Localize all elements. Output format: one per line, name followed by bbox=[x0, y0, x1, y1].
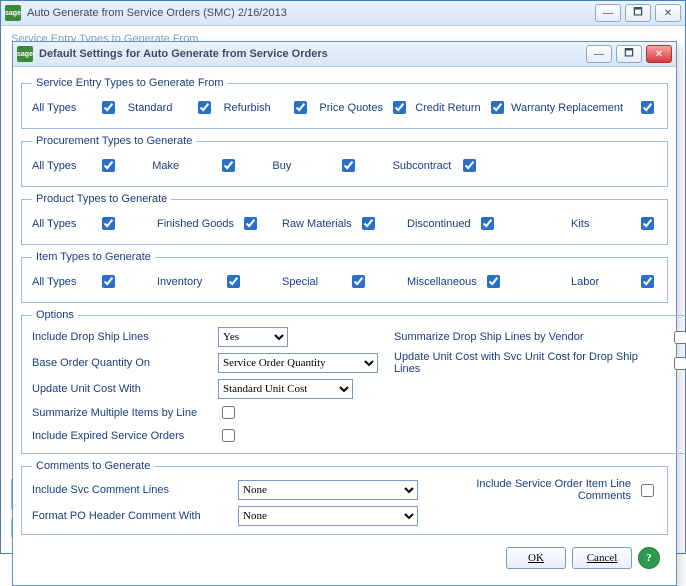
procurement-types-group: Procurement Types to Generate All Types … bbox=[21, 135, 668, 187]
label-inc-item: Include Service Order Item Line Comments bbox=[474, 478, 631, 502]
cb-prod-fg[interactable] bbox=[244, 217, 257, 230]
label-item-misc: Miscellaneous bbox=[407, 276, 477, 288]
options-group: Options Include Drop Ship Lines Yes Summ… bbox=[21, 309, 686, 454]
maximize-button[interactable]: 🗖 bbox=[625, 4, 651, 22]
label-sum-vendor: Summarize Drop Ship Lines by Vendor bbox=[394, 331, 664, 343]
ok-button[interactable]: OK bbox=[506, 547, 566, 569]
cb-item-all[interactable] bbox=[102, 275, 115, 288]
cb-update-cost[interactable] bbox=[674, 357, 686, 370]
group-legend: Comments to Generate bbox=[32, 460, 154, 472]
label-proc-all: All Types bbox=[32, 160, 92, 172]
label-prod-kits: Kits bbox=[571, 218, 631, 230]
cb-proc-buy[interactable] bbox=[342, 159, 355, 172]
cb-item-spec[interactable] bbox=[352, 275, 365, 288]
label-price-quotes: Price Quotes bbox=[319, 102, 383, 114]
label-item-spec: Special bbox=[282, 276, 342, 288]
label-credit-return: Credit Return bbox=[415, 102, 480, 114]
label-warranty: Warranty Replacement bbox=[511, 102, 631, 114]
dlg-minimize-button[interactable]: — bbox=[586, 45, 612, 63]
label-all-types: All Types bbox=[32, 102, 92, 114]
label-inc-svc: Include Svc Comment Lines bbox=[32, 484, 232, 496]
cb-prod-disc[interactable] bbox=[481, 217, 494, 230]
label-refurbish: Refurbish bbox=[224, 102, 284, 114]
label-inc-expired: Include Expired Service Orders bbox=[32, 430, 212, 442]
cb-proc-sub[interactable] bbox=[463, 159, 476, 172]
label-update-cost: Update Unit Cost with Svc Unit Cost for … bbox=[394, 351, 664, 375]
item-types-group: Item Types to Generate All Types Invento… bbox=[21, 251, 668, 303]
cancel-button[interactable]: Cancel bbox=[572, 547, 632, 569]
comments-group: Comments to Generate Include Svc Comment… bbox=[21, 460, 668, 535]
sel-base-qty[interactable]: Service Order Quantity bbox=[218, 353, 378, 373]
label-proc-buy: Buy bbox=[272, 160, 332, 172]
label-prod-fg: Finished Goods bbox=[157, 218, 234, 230]
app-icon: sage bbox=[5, 5, 21, 21]
label-proc-sub: Subcontract bbox=[393, 160, 453, 172]
group-legend: Service Entry Types to Generate From bbox=[32, 77, 227, 89]
cb-svc-warranty[interactable] bbox=[641, 101, 654, 114]
label-base-qty: Base Order Quantity On bbox=[32, 357, 212, 369]
label-prod-raw: Raw Materials bbox=[282, 218, 352, 230]
group-legend: Item Types to Generate bbox=[32, 251, 155, 263]
cb-svc-standard[interactable] bbox=[198, 101, 211, 114]
default-settings-dialog: sage Default Settings for Auto Generate … bbox=[12, 41, 677, 586]
cb-prod-kits[interactable] bbox=[641, 217, 654, 230]
main-window-title: Auto Generate from Service Orders (SMC) … bbox=[27, 7, 595, 19]
cb-svc-refurbish[interactable] bbox=[294, 101, 307, 114]
minimize-button[interactable]: — bbox=[595, 4, 621, 22]
label-item-labor: Labor bbox=[571, 276, 631, 288]
cb-proc-make[interactable] bbox=[222, 159, 235, 172]
app-icon: sage bbox=[17, 46, 33, 62]
cb-svc-price[interactable] bbox=[393, 101, 406, 114]
cb-proc-all[interactable] bbox=[102, 159, 115, 172]
cb-item-misc[interactable] bbox=[487, 275, 500, 288]
sel-inc-svc[interactable]: None bbox=[238, 480, 418, 500]
group-legend: Options bbox=[32, 309, 78, 321]
close-button[interactable]: ✕ bbox=[655, 4, 681, 22]
cb-prod-all[interactable] bbox=[102, 217, 115, 230]
cb-svc-all[interactable] bbox=[102, 101, 115, 114]
label-item-all: All Types bbox=[32, 276, 92, 288]
label-sum-line: Summarize Multiple Items by Line bbox=[32, 407, 212, 419]
dlg-maximize-button[interactable]: 🗖 bbox=[616, 45, 642, 63]
label-upd-with: Update Unit Cost With bbox=[32, 383, 212, 395]
help-button[interactable]: ? bbox=[638, 547, 660, 569]
dlg-close-button[interactable]: ✕ bbox=[646, 45, 672, 63]
label-item-inv: Inventory bbox=[157, 276, 217, 288]
cb-prod-raw[interactable] bbox=[362, 217, 375, 230]
label-proc-make: Make bbox=[152, 160, 212, 172]
cb-item-labor[interactable] bbox=[641, 275, 654, 288]
main-window-titlebar: sage Auto Generate from Service Orders (… bbox=[1, 1, 685, 26]
sel-include-drop[interactable]: Yes bbox=[218, 327, 288, 347]
group-legend: Product Types to Generate bbox=[32, 193, 171, 205]
sel-fmt-hdr[interactable]: None bbox=[238, 506, 418, 526]
service-entry-types-group: Service Entry Types to Generate From All… bbox=[21, 77, 668, 129]
label-standard: Standard bbox=[128, 102, 188, 114]
group-legend: Procurement Types to Generate bbox=[32, 135, 196, 147]
label-include-drop: Include Drop Ship Lines bbox=[32, 331, 212, 343]
cb-item-inv[interactable] bbox=[227, 275, 240, 288]
label-prod-all: All Types bbox=[32, 218, 92, 230]
label-fmt-hdr: Format PO Header Comment With bbox=[32, 510, 232, 522]
sel-upd-with[interactable]: Standard Unit Cost bbox=[218, 379, 353, 399]
product-types-group: Product Types to Generate All Types Fini… bbox=[21, 193, 668, 245]
label-prod-disc: Discontinued bbox=[407, 218, 471, 230]
cb-inc-expired[interactable] bbox=[222, 429, 235, 442]
cb-inc-item[interactable] bbox=[641, 484, 654, 497]
cb-svc-credit[interactable] bbox=[491, 101, 504, 114]
cb-sum-vendor[interactable] bbox=[674, 331, 686, 344]
cb-sum-line[interactable] bbox=[222, 406, 235, 419]
dialog-title: Default Settings for Auto Generate from … bbox=[39, 48, 586, 60]
